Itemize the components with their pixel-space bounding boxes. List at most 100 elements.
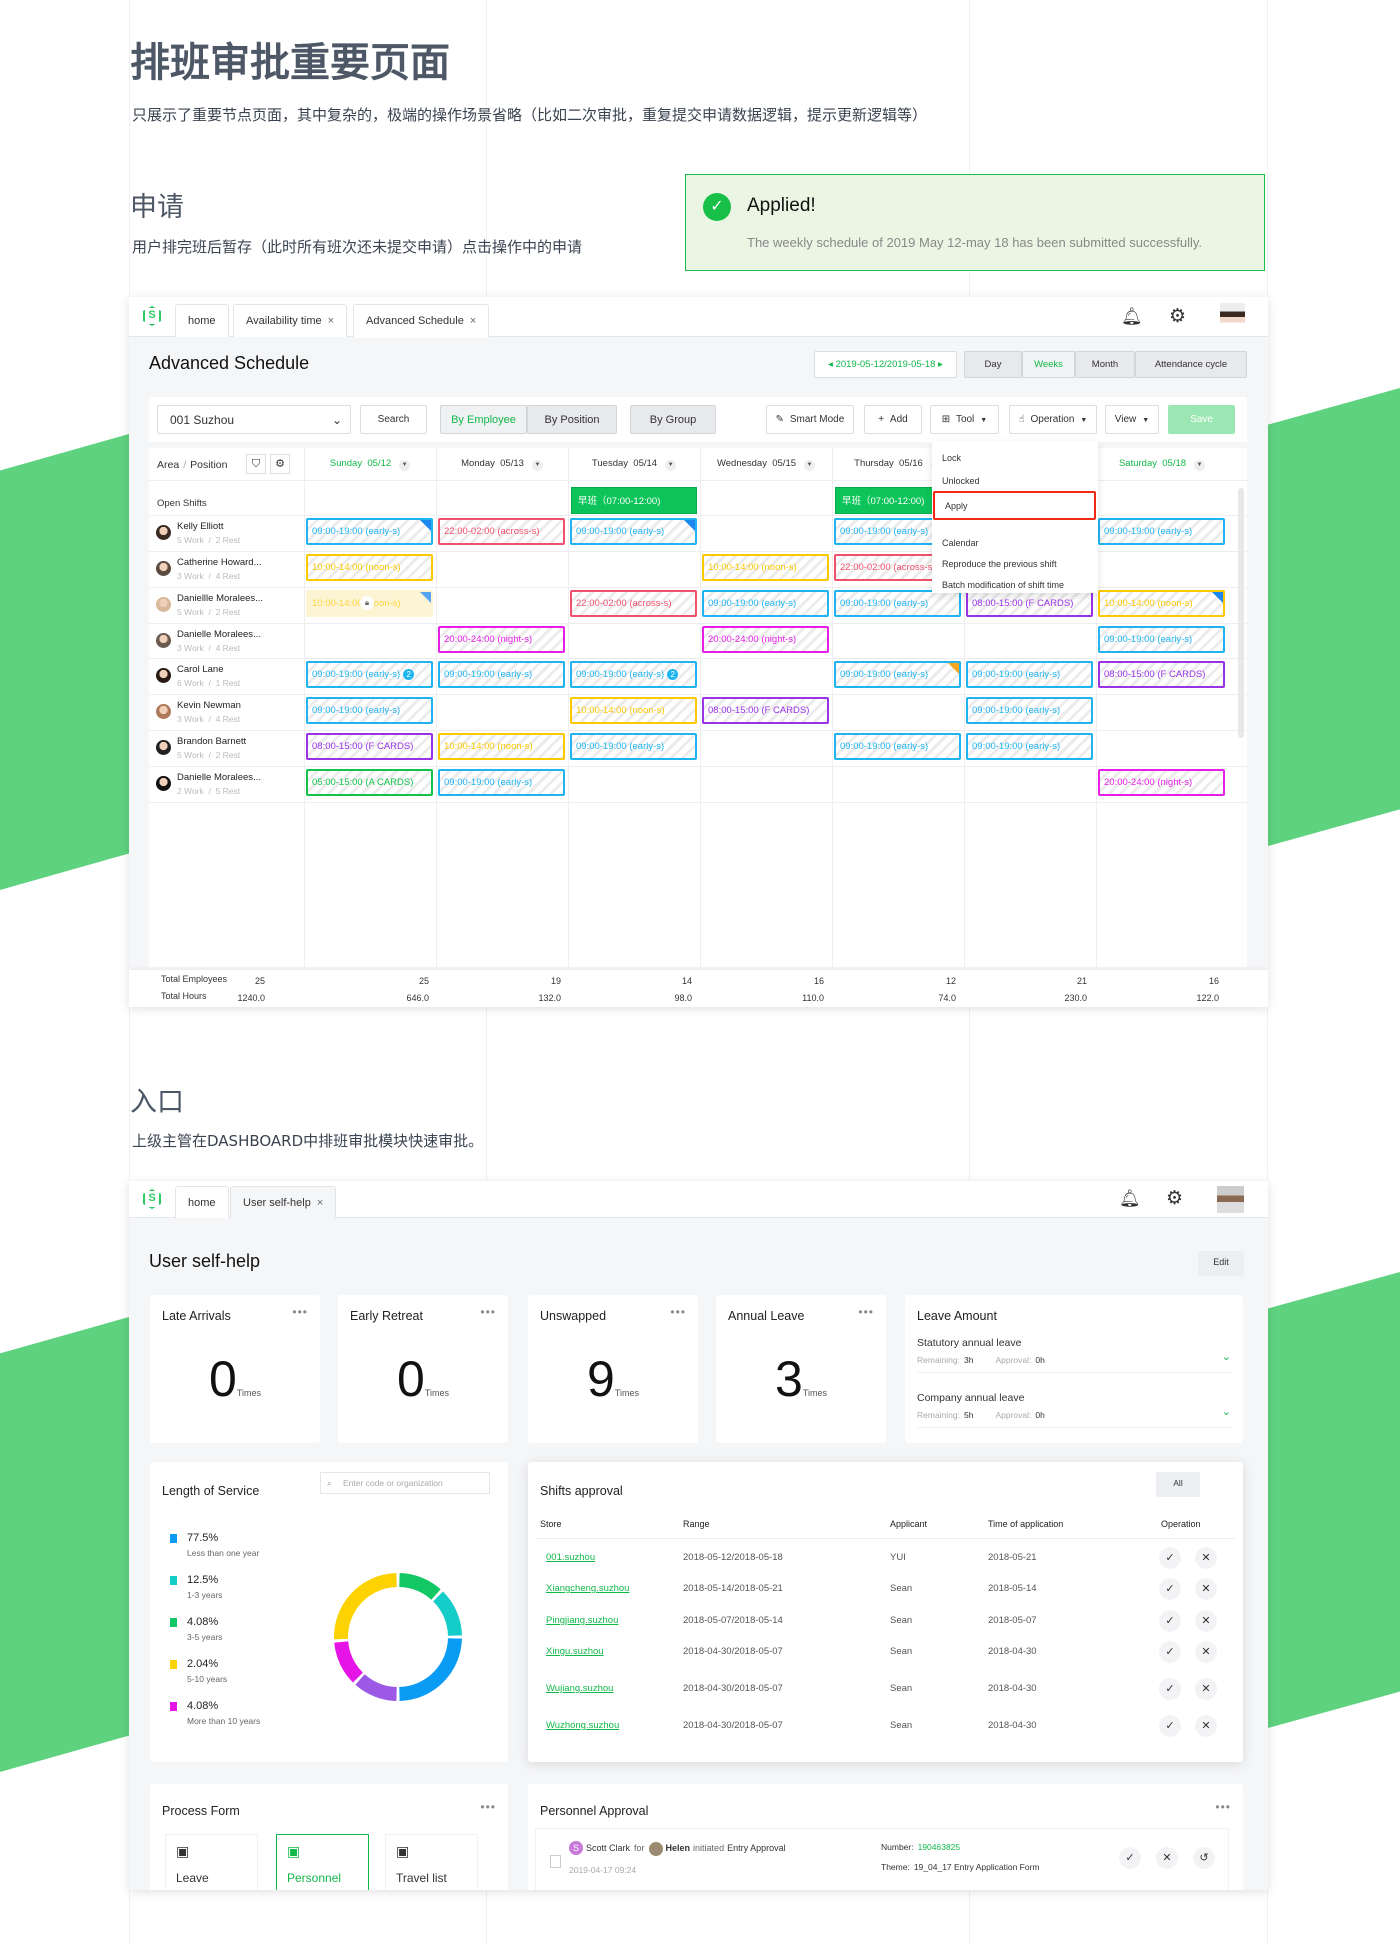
view-button[interactable]: View ▼ [1105, 405, 1159, 434]
employee-name[interactable]: Kevin Newman [177, 700, 241, 711]
tab-home[interactable]: home [175, 1186, 229, 1218]
search-button[interactable]: Search [360, 405, 427, 434]
shift-cell[interactable]: 09:00-19:00 (early-s) [438, 769, 565, 796]
caret-down-icon[interactable]: ▼ [531, 460, 543, 471]
by-group-button[interactable]: By Group [630, 405, 716, 434]
store-link[interactable]: Wujiang.suzhou [546, 1683, 613, 1694]
store-link[interactable]: Xingu.suzhou [546, 1646, 604, 1657]
employee-name[interactable]: Kelly Elliott [177, 521, 223, 532]
avatar[interactable] [1220, 303, 1245, 331]
employee-name[interactable]: Brandon Barnett [177, 736, 246, 747]
reject-icon[interactable]: ✕ [1195, 1641, 1217, 1663]
filter-icon[interactable]: ⛉ [246, 454, 266, 474]
menu-item-apply[interactable]: Apply [933, 491, 1096, 520]
shift-cell[interactable]: 22:00-02:00 (across-s) [438, 518, 565, 545]
tab-home[interactable]: home [175, 304, 229, 337]
caret-down-icon[interactable]: ▼ [1194, 460, 1206, 471]
menu-item-lock[interactable]: Lock [932, 449, 1098, 467]
approve-icon[interactable]: ✓ [1159, 1578, 1181, 1600]
shift-cell[interactable]: 09:00-19:00 (early-s) [570, 518, 697, 545]
shift-cell[interactable]: 10:00-14:00 (noon-s) 🔒︎ [306, 590, 433, 617]
bell-icon[interactable]: 🔔︎ [1119, 1189, 1141, 1209]
menu-item-batch-modification-of-shift-time[interactable]: Batch modification of shift time [932, 576, 1098, 594]
more-icon[interactable]: ••• [480, 1800, 496, 1814]
shift-cell[interactable]: 08:00-15:00 (F CARDS) [966, 590, 1093, 617]
view-day[interactable]: Day [964, 351, 1022, 378]
shift-cell[interactable]: 08:00-15:00 (F CARDS) [702, 697, 829, 724]
shift-cell[interactable]: 09:00-19:00 (early-s) [438, 661, 565, 688]
employee-name[interactable]: Danielle Moralees... [177, 629, 261, 640]
shift-cell[interactable]: 20:00-24:00 (night-s) [438, 626, 565, 653]
shift-cell[interactable]: 10:00-14:00 (noon-s) [702, 554, 829, 581]
shift-cell[interactable]: 09:00-19:00 (early-s) [834, 733, 961, 760]
shift-cell[interactable]: 20:00-24:00 (night-s) [1098, 769, 1225, 796]
more-icon[interactable]: ••• [292, 1305, 308, 1319]
chevron-down-icon[interactable]: ⌄ [1222, 1405, 1231, 1418]
shift-cell[interactable]: 09:00-19:00 (early-s) 2 [570, 661, 697, 688]
search-input[interactable]: ⌕ Enter code or organization [320, 1472, 490, 1494]
shift-cell[interactable]: 09:00-19:00 (early-s) [306, 697, 433, 724]
close-icon[interactable]: × [317, 1197, 323, 1209]
store-link[interactable]: 001.suzhou [546, 1552, 595, 1563]
store-link[interactable]: Pingjiang.suzhou [546, 1615, 618, 1626]
shift-cell[interactable]: 09:00-19:00 (early-s) [834, 661, 961, 688]
shift-cell[interactable]: 10:00-14:00 (noon-s) [1098, 590, 1225, 617]
approve-icon[interactable]: ✓ [1159, 1641, 1181, 1663]
approve-icon[interactable]: ✓ [1159, 1610, 1181, 1632]
process-item-personnel[interactable]: ▣ Personnel [276, 1834, 369, 1890]
shift-cell[interactable]: 09:00-19:00 (early-s) [966, 697, 1093, 724]
more-icon[interactable]: ••• [480, 1305, 496, 1319]
shift-cell[interactable]: 09:00-19:00 (early-s) 2 [306, 661, 433, 688]
reject-icon[interactable]: ✕ [1195, 1547, 1217, 1569]
shift-cell[interactable]: 09:00-19:00 (early-s) [966, 661, 1093, 688]
day-header[interactable]: Sunday 05/12 ▼ [304, 458, 436, 471]
shift-cell[interactable]: 20:00-24:00 (night-s) [702, 626, 829, 653]
by-employee-button[interactable]: By Employee [440, 405, 527, 434]
scrollbar[interactable] [1238, 488, 1244, 738]
more-icon[interactable]: ••• [670, 1305, 686, 1319]
caret-down-icon[interactable]: ▼ [804, 460, 816, 471]
settings-icon[interactable]: ⚙ [270, 454, 290, 474]
approve-icon[interactable]: ✓ [1159, 1715, 1181, 1737]
menu-item-unlocked[interactable]: Unlocked [932, 472, 1098, 490]
day-header[interactable]: Monday 05/13 ▼ [436, 458, 568, 471]
approve-icon[interactable]: ✓ [1159, 1678, 1181, 1700]
open-shift[interactable]: 早班（07:00-12:00) [571, 487, 697, 514]
all-filter-button[interactable]: All [1156, 1472, 1200, 1497]
caret-down-icon[interactable]: ▼ [665, 460, 677, 471]
view-attendance-cycle[interactable]: Attendance cycle [1135, 351, 1247, 378]
approve-icon[interactable]: ✓ [1119, 1847, 1141, 1869]
operation-button[interactable]: ☝ Operation ▼ [1009, 405, 1097, 434]
employee-name[interactable]: Daniellle Moralees... [177, 593, 263, 604]
tool-button[interactable]: ⊞ Tool ▼ [930, 405, 999, 434]
undo-icon[interactable]: ↺ [1193, 1847, 1215, 1869]
shift-cell[interactable]: 08:00-15:00 (F CARDS) [1098, 661, 1225, 688]
edit-button[interactable]: Edit [1198, 1251, 1244, 1276]
menu-item-calendar[interactable]: Calendar [932, 534, 1098, 552]
shift-cell[interactable]: 09:00-19:00 (early-s) [834, 590, 961, 617]
add-button[interactable]: + Add [864, 405, 922, 434]
gear-icon[interactable]: ⚙ [1166, 1187, 1183, 1210]
store-link[interactable]: Wuzhong.suzhou [546, 1720, 619, 1731]
approve-icon[interactable]: ✓ [1159, 1547, 1181, 1569]
date-range-picker[interactable]: ◂ 2019-05-12/2019-05-18 ▸ [814, 351, 957, 378]
shift-cell[interactable]: 09:00-19:00 (early-s) [570, 733, 697, 760]
shift-cell[interactable]: 09:00-19:00 (early-s) [966, 733, 1093, 760]
smart-button[interactable]: ✎ Smart Mode [766, 405, 854, 434]
reject-icon[interactable]: ✕ [1195, 1715, 1217, 1737]
tab-availability-time[interactable]: Availability time × [233, 304, 348, 337]
shift-cell[interactable]: 08:00-15:00 (F CARDS) [306, 733, 433, 760]
store-link[interactable]: Xiangcheng.suzhou [546, 1583, 629, 1594]
reject-icon[interactable]: ✕ [1195, 1610, 1217, 1632]
employee-name[interactable]: Catherine Howard... [177, 557, 261, 568]
process-item-travel-list[interactable]: ▣ Travel list [385, 1834, 478, 1890]
day-header[interactable]: Wednesday 05/15 ▼ [700, 458, 832, 471]
avatar[interactable] [1217, 1186, 1244, 1213]
reject-icon[interactable]: ✕ [1156, 1847, 1178, 1869]
view-month[interactable]: Month [1075, 351, 1135, 378]
shift-cell[interactable]: 22:00-02:00 (across-s) [570, 590, 697, 617]
day-header[interactable]: Saturday 05/18 ▼ [1096, 458, 1228, 471]
shift-cell[interactable]: 09:00-19:00 (early-s) [702, 590, 829, 617]
caret-down-icon[interactable]: ▼ [399, 460, 411, 471]
close-icon[interactable]: × [328, 315, 334, 327]
